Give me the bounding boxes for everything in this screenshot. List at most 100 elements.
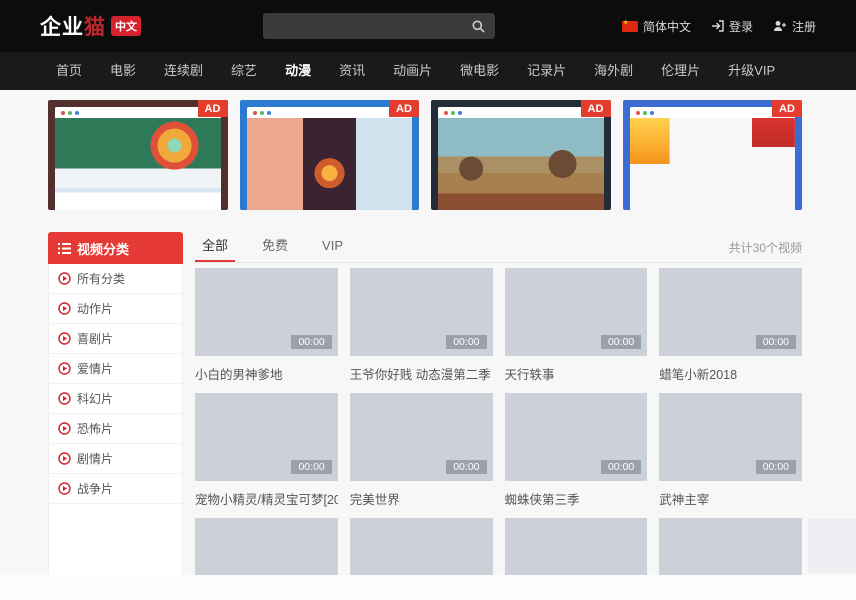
tab-all[interactable]: 全部 bbox=[195, 232, 235, 262]
site-logo[interactable]: 企业猫 中文 bbox=[40, 11, 141, 41]
sidebar-item-scifi[interactable]: 科幻片 bbox=[49, 384, 182, 414]
nav-item-anime[interactable]: 动漫 bbox=[271, 52, 325, 90]
video-card-partial[interactable] bbox=[659, 518, 802, 575]
play-circle-icon bbox=[58, 392, 71, 405]
video-card[interactable]: 00:00 宠物小精灵/精灵宝可梦[2019] bbox=[195, 393, 338, 518]
video-card[interactable]: 00:00 武神主宰 bbox=[659, 393, 802, 518]
video-title: 完美世界 bbox=[350, 489, 493, 508]
video-grid: 00:00 小白的男神爹地 00:00 王爷你好贱 动态漫第二季 00:00 天… bbox=[195, 268, 802, 575]
nav-item-ethics[interactable]: 伦理片 bbox=[647, 52, 714, 90]
video-card[interactable]: 00:00 小白的男神爹地 bbox=[195, 268, 338, 393]
partial-offscreen-widget bbox=[808, 519, 856, 573]
nav-item-news[interactable]: 资讯 bbox=[325, 52, 379, 90]
banner-image bbox=[438, 107, 604, 210]
content-area: 视频分类 所有分类 动作片 喜剧片 爱情片 科幻片 bbox=[48, 232, 802, 575]
category-list: 所有分类 动作片 喜剧片 爱情片 科幻片 恐怖片 bbox=[48, 264, 183, 575]
play-circle-icon bbox=[58, 422, 71, 435]
sidebar-item-romance[interactable]: 爱情片 bbox=[49, 354, 182, 384]
play-circle-icon bbox=[58, 272, 71, 285]
play-circle-icon bbox=[58, 302, 71, 315]
login-icon bbox=[711, 20, 724, 32]
ad-badge: AD bbox=[581, 100, 611, 117]
video-thumbnail bbox=[505, 518, 648, 575]
video-card[interactable]: 00:00 天行轶事 bbox=[505, 268, 648, 393]
browser-dots-icon bbox=[630, 107, 796, 118]
nav-item-upgrade-vip[interactable]: 升级VIP bbox=[714, 52, 789, 90]
nav-item-movies[interactable]: 电影 bbox=[96, 52, 150, 90]
login-link[interactable]: 登录 bbox=[711, 18, 753, 35]
nav-item-overseas[interactable]: 海外剧 bbox=[580, 52, 647, 90]
video-thumbnail bbox=[195, 518, 338, 575]
play-circle-icon bbox=[58, 482, 71, 495]
video-thumbnail: 00:00 bbox=[350, 268, 493, 356]
logo-badge: 中文 bbox=[111, 16, 141, 36]
nav-item-documentary[interactable]: 记录片 bbox=[513, 52, 580, 90]
search-button[interactable] bbox=[468, 20, 495, 33]
duration-badge: 00:00 bbox=[446, 460, 486, 474]
banner-image bbox=[630, 107, 796, 210]
category-sidebar: 视频分类 所有分类 动作片 喜剧片 爱情片 科幻片 bbox=[48, 232, 183, 575]
play-circle-icon bbox=[58, 332, 71, 345]
ad-badge: AD bbox=[772, 100, 802, 117]
video-title: 天行轶事 bbox=[505, 364, 648, 383]
browser-dots-icon bbox=[438, 107, 604, 118]
video-title: 王爷你好贱 动态漫第二季 bbox=[350, 364, 493, 383]
sidebar-item-drama[interactable]: 剧情片 bbox=[49, 444, 182, 474]
sidebar-empty-block bbox=[49, 504, 182, 575]
video-card-partial[interactable] bbox=[195, 518, 338, 575]
video-thumbnail: 00:00 bbox=[195, 393, 338, 481]
list-icon bbox=[58, 243, 71, 254]
nav-item-variety[interactable]: 综艺 bbox=[217, 52, 271, 90]
language-label: 简体中文 bbox=[643, 18, 691, 35]
browser-dots-icon bbox=[55, 107, 221, 118]
duration-badge: 00:00 bbox=[291, 335, 331, 349]
ad-badge: AD bbox=[389, 100, 419, 117]
nav-item-microfilm[interactable]: 微电影 bbox=[446, 52, 513, 90]
top-header: 企业猫 中文 简体中文 登录 注册 bbox=[0, 0, 856, 52]
page-footer bbox=[0, 575, 856, 600]
ad-banner-1[interactable]: AD bbox=[48, 100, 228, 210]
video-thumbnail: 00:00 bbox=[195, 268, 338, 356]
main-nav: 首页 电影 连续剧 综艺 动漫 资讯 动画片 微电影 记录片 海外剧 伦理片 升… bbox=[0, 52, 856, 90]
register-link[interactable]: 注册 bbox=[773, 18, 816, 35]
video-thumbnail: 00:00 bbox=[505, 393, 648, 481]
video-card-partial[interactable] bbox=[505, 518, 648, 575]
search-input[interactable] bbox=[263, 19, 468, 33]
banner-image bbox=[55, 107, 221, 210]
video-thumbnail: 00:00 bbox=[659, 268, 802, 356]
register-icon bbox=[773, 20, 787, 32]
login-label: 登录 bbox=[729, 18, 753, 35]
video-section: 全部 免费 VIP 共计30个视频 00:00 小白的男神爹地 00:00 王爷… bbox=[195, 232, 802, 575]
ad-banner-3[interactable]: AD bbox=[431, 100, 611, 210]
sidebar-item-comedy[interactable]: 喜剧片 bbox=[49, 324, 182, 354]
video-card[interactable]: 00:00 蜡笔小新2018 bbox=[659, 268, 802, 393]
language-link[interactable]: 简体中文 bbox=[622, 18, 691, 35]
duration-badge: 00:00 bbox=[601, 460, 641, 474]
nav-item-home[interactable]: 首页 bbox=[42, 52, 96, 90]
video-title: 宠物小精灵/精灵宝可梦[2019] bbox=[195, 489, 338, 508]
search-icon bbox=[472, 20, 485, 33]
play-circle-icon bbox=[58, 452, 71, 465]
tab-vip[interactable]: VIP bbox=[315, 232, 350, 262]
ad-banner-4[interactable]: AD bbox=[623, 100, 803, 210]
sidebar-item-horror[interactable]: 恐怖片 bbox=[49, 414, 182, 444]
video-card[interactable]: 00:00 完美世界 bbox=[350, 393, 493, 518]
video-thumbnail bbox=[659, 518, 802, 575]
sidebar-item-all-categories[interactable]: 所有分类 bbox=[49, 264, 182, 294]
register-label: 注册 bbox=[792, 18, 816, 35]
duration-badge: 00:00 bbox=[601, 335, 641, 349]
sidebar-title: 视频分类 bbox=[77, 239, 129, 258]
ad-banner-2[interactable]: AD bbox=[240, 100, 420, 210]
sidebar-item-war[interactable]: 战争片 bbox=[49, 474, 182, 504]
video-count-text: 共计30个视频 bbox=[729, 239, 802, 256]
duration-badge: 00:00 bbox=[756, 460, 796, 474]
video-card[interactable]: 00:00 蜘蛛侠第三季 bbox=[505, 393, 648, 518]
sidebar-item-action[interactable]: 动作片 bbox=[49, 294, 182, 324]
nav-item-series[interactable]: 连续剧 bbox=[150, 52, 217, 90]
video-card-partial[interactable] bbox=[350, 518, 493, 575]
browser-dots-icon bbox=[247, 107, 413, 118]
video-card[interactable]: 00:00 王爷你好贱 动态漫第二季 bbox=[350, 268, 493, 393]
tab-free[interactable]: 免费 bbox=[255, 232, 295, 262]
video-thumbnail bbox=[350, 518, 493, 575]
nav-item-cartoon[interactable]: 动画片 bbox=[379, 52, 446, 90]
